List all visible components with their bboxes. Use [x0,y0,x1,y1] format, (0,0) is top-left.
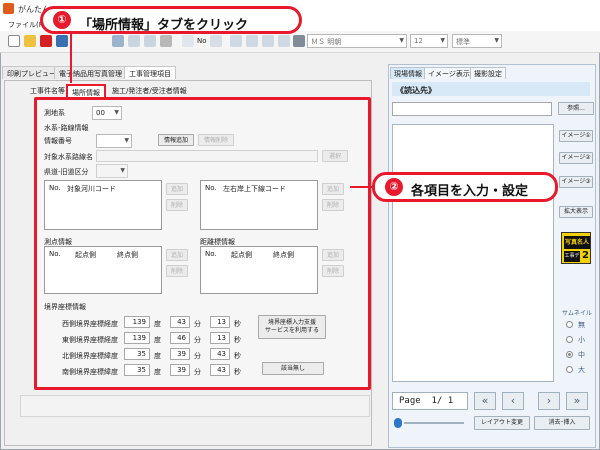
close-icon[interactable] [40,35,52,47]
subtab-project-name[interactable]: 工事件名等 [26,84,69,97]
chevron-down-icon: ▼ [494,37,499,44]
next-page-icon[interactable]: › [538,392,560,410]
tab-construction-items[interactable]: 工事管理項目 [124,66,176,79]
badge-bottom-text: 工事デジ [564,251,580,270]
thumb-option-label: 無 [578,321,585,329]
callout-step-one: ① 「場所情報」タブをクリック [40,6,302,34]
step-two-number: ② [385,178,403,196]
product-badge-logo: 写真名人 工事デジ 2 [561,232,591,270]
prev-page-icon[interactable]: ‹ [502,392,524,410]
paste-icon[interactable] [144,35,156,47]
page-indicator: Page 1/ 1 [392,392,468,410]
subtab-contractor-info[interactable]: 施工/発注者/受注者情報 [108,84,191,97]
load-source-title: 《読込先》 [396,86,436,95]
thumb-radio-none[interactable] [566,321,573,328]
thumb-option-label: 大 [578,366,585,374]
step-two-text: 各項目を入力・設定 [411,184,529,199]
thumb-radio-medium[interactable] [566,351,573,358]
zoom-view-button[interactable]: 拡大表示 [559,206,593,218]
tab-shoot-settings[interactable]: 撮影設定 [470,67,506,79]
swap-icon[interactable] [293,35,305,47]
last-page-icon[interactable]: » [566,392,588,410]
callout-step-two: ② 各項目を入力・設定 [372,172,558,202]
image2-button[interactable]: イメージ② [559,152,593,164]
load-source-input[interactable] [392,102,552,116]
delete-insert-button[interactable]: 消去･挿入 [534,416,590,430]
badge-top-text: 写真名人 [564,236,590,249]
image-list[interactable] [392,124,554,382]
copy-icon[interactable] [128,35,140,47]
browse-button[interactable]: 参照... [558,102,594,115]
thumb-radio-small[interactable] [566,336,573,343]
step-one-number: ① [53,11,71,29]
thumb-option-label: 小 [578,336,585,344]
no-label: No [197,37,207,45]
badge-number: 2 [582,250,589,261]
tab-image-view[interactable]: イメージ表示 [424,67,474,79]
callout1-pointer [70,31,72,83]
tab-photo-management[interactable]: 電子納品用写真管理 [54,66,127,79]
subtab-location-info[interactable]: 場所情報 [66,84,106,97]
input-area-highlight [34,97,371,390]
slider-track[interactable] [404,422,464,424]
step-one-text: 「場所情報」タブをクリック [79,18,249,33]
chevron-down-icon: ▼ [440,37,445,44]
layout-change-button[interactable]: レイアウト変更 [474,416,530,430]
last-icon[interactable] [278,35,290,47]
save-icon[interactable] [56,35,68,47]
thumbnail-label: サムネイル [562,310,592,317]
first-page-icon[interactable]: « [474,392,496,410]
cut-icon[interactable] [112,35,124,47]
chevron-down-icon: ▼ [399,37,404,44]
font-size-combo[interactable]: 12 ▼ [410,34,448,48]
image3-button[interactable]: イメージ③ [559,176,593,188]
font-combo[interactable]: ＭＳ 明朝 ▼ [307,34,407,48]
new-file-icon[interactable] [8,35,20,47]
style-combo[interactable]: 標準 ▼ [452,34,502,48]
first-icon[interactable] [230,35,242,47]
tab-site-info[interactable]: 現場情報 [390,67,426,79]
tab-print-preview[interactable]: 印刷プレビュー [2,66,61,79]
app-icon [3,3,14,14]
slider-handle[interactable] [394,418,402,428]
next-icon[interactable] [262,35,274,47]
image1-button[interactable]: イメージ① [559,130,593,142]
thumb-option-label: 中 [578,351,585,359]
open-folder-icon[interactable] [24,35,36,47]
print-icon[interactable] [160,35,172,47]
thumb-radio-large[interactable] [566,366,573,373]
prev-icon[interactable] [246,35,258,47]
status-strip [20,395,370,417]
number-icon[interactable] [210,35,222,47]
find-icon[interactable] [182,35,194,47]
